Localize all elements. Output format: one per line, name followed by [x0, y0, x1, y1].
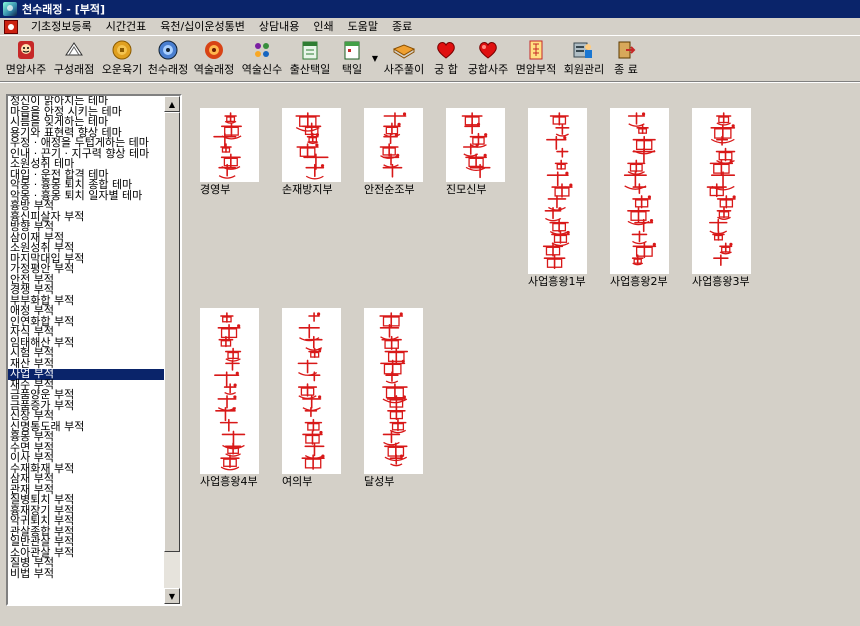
menu-print[interactable]: 인쇄	[306, 18, 340, 36]
menu-basic-info[interactable]: 기초정보등록	[24, 18, 99, 36]
book-icon	[393, 39, 415, 61]
heart-icon	[435, 39, 457, 61]
menu-exit[interactable]: 종료	[385, 18, 419, 36]
talisman-card[interactable]: 사업흥왕2부	[610, 108, 689, 287]
menu-time-table[interactable]: 시간건표	[99, 18, 153, 36]
app-icon	[3, 2, 17, 16]
toolbar-button-members[interactable]: 회원관리	[560, 37, 608, 79]
menu-yukcheon[interactable]: 육천/십이운성통변	[153, 18, 252, 36]
talisman-caption: 진모신부	[446, 183, 487, 196]
toolbar-button-taegil[interactable]: 택일	[334, 37, 370, 79]
talisman-card[interactable]: 달성부	[364, 308, 443, 487]
scroll-up-button[interactable]: ▲	[164, 96, 180, 112]
exit-icon	[615, 39, 637, 61]
talisman-image[interactable]	[364, 108, 423, 182]
talisman-caption: 손재방지부	[282, 183, 333, 196]
menu-bar: 기초정보등록 시간건표 육천/십이운성통변 상담내용 인쇄 도움말 종료	[0, 18, 860, 36]
heart2-icon	[477, 39, 499, 61]
menu-help[interactable]: 도움말	[341, 18, 385, 36]
talisman-caption: 경영부	[200, 183, 231, 196]
toolbar-button-exit[interactable]: 종 료	[608, 37, 644, 79]
menu-consult[interactable]: 상담내용	[252, 18, 306, 36]
talisman-card[interactable]: 여의부	[282, 308, 361, 487]
talisman-caption: 안전순조부	[364, 183, 415, 196]
beads-icon	[251, 39, 273, 61]
talisman-image[interactable]	[610, 108, 669, 274]
toolbar-button-ounyukgi[interactable]: 오운육기	[98, 37, 146, 79]
window-titlebar: 천수래정 - [부적]	[0, 0, 860, 18]
toolbar-button-chulsan-taegil[interactable]: 출산택일	[286, 37, 334, 79]
talisman-card[interactable]: 진모신부	[446, 108, 525, 195]
talisman-card[interactable]: 경영부	[200, 108, 279, 195]
scroll-icon	[63, 39, 85, 61]
talisman-card[interactable]: 안전순조부	[364, 108, 443, 195]
category-listbox[interactable]: 정신이 맑아지는 테마 마음을 안정 시키는 테마 시름을 잊게하는 테마 용기와 표…	[6, 94, 182, 606]
toolbar-button-gunghap-saju[interactable]: 궁합사주	[464, 37, 512, 79]
talisman-image[interactable]	[692, 108, 751, 274]
talisman-image[interactable]	[364, 308, 423, 474]
talisman-image[interactable]	[282, 108, 341, 182]
talisman-card[interactable]: 사업흥왕3부	[692, 108, 771, 287]
window-title: 천수래정 - [부적]	[22, 3, 105, 16]
globe-icon	[157, 39, 179, 61]
system-menu-icon[interactable]	[4, 19, 18, 34]
scroll-thumb[interactable]	[164, 112, 180, 552]
talisman-card[interactable]: 사업흥왕4부	[200, 308, 279, 487]
calendar-icon	[299, 39, 321, 61]
members-icon	[573, 39, 595, 61]
coin-icon	[111, 39, 133, 61]
face-icon	[15, 39, 37, 61]
talisman-caption: 사업흥왕3부	[692, 275, 750, 288]
taegil-dropdown-arrow[interactable]: ▼	[370, 37, 380, 79]
talisman-caption: 달성부	[364, 475, 395, 488]
toolbar-button-gunghap[interactable]: 궁 합	[428, 37, 464, 79]
talisman-image[interactable]	[200, 108, 259, 182]
scroll-down-button[interactable]: ▼	[164, 588, 180, 604]
talisman-image[interactable]	[528, 108, 587, 274]
category-item[interactable]: 비법 부적	[8, 568, 166, 580]
talisman-caption: 사업흥왕1부	[528, 275, 586, 288]
toolbar-button-guseong[interactable]: 구성래점	[50, 37, 98, 79]
category-list: 정신이 맑아지는 테마 마음을 안정 시키는 테마 시름을 잊게하는 테마 용기와 표…	[8, 96, 166, 579]
talisman-card[interactable]: 사업흥왕1부	[528, 108, 607, 287]
toolbar-button-myeonam-bujeok[interactable]: 면암부적	[512, 37, 560, 79]
toolbar-button-cheonsu[interactable]: 천수래정	[146, 37, 190, 79]
calendar2-icon	[341, 39, 363, 61]
toolbar-button-saju-puri[interactable]: 사주풀이	[380, 37, 428, 79]
talisman-image[interactable]	[282, 308, 341, 474]
flower-icon	[203, 39, 225, 61]
toolbar: 면암사주 구성래점 오운육기 천수래정 역술래정 역술신수 출산택일 택일 ▼ …	[0, 37, 860, 82]
talisman-icon	[525, 39, 547, 61]
main-area: 정신이 맑아지는 테마 마음을 안정 시키는 테마 시름을 잊게하는 테마 용기와 표…	[0, 84, 860, 626]
toolbar-button-yeoksul-sinsu[interactable]: 역술신수	[238, 37, 286, 79]
talisman-caption: 사업흥왕4부	[200, 475, 258, 488]
toolbar-button-myeonam-saju[interactable]: 면암사주	[2, 37, 50, 79]
talisman-image[interactable]	[446, 108, 505, 182]
listbox-scrollbar[interactable]: ▲ ▼	[164, 96, 180, 604]
talisman-card[interactable]: 손재방지부	[282, 108, 361, 195]
talisman-caption: 사업흥왕2부	[610, 275, 668, 288]
talisman-caption: 여의부	[282, 475, 313, 488]
talisman-image[interactable]	[200, 308, 259, 474]
toolbar-button-yeoksul-raejeong[interactable]: 역술래정	[190, 37, 238, 79]
